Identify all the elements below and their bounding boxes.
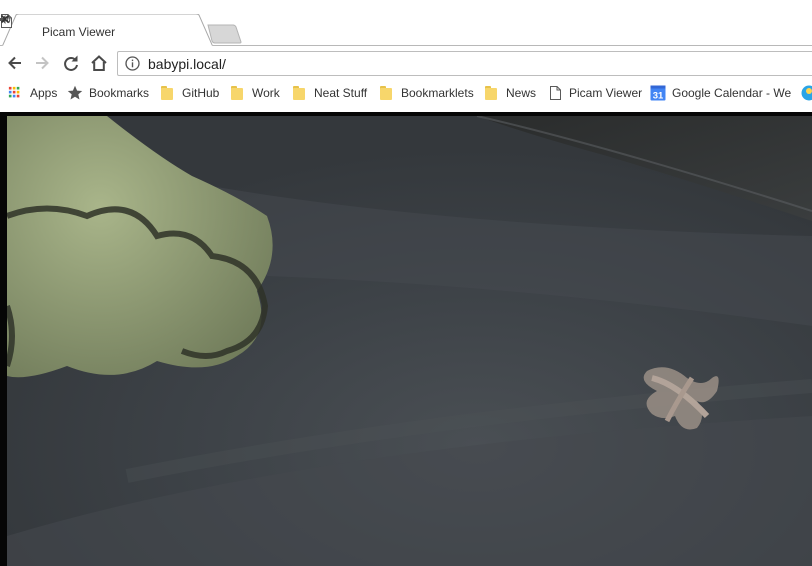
bookmark-label: Work <box>252 86 280 100</box>
home-icon[interactable] <box>90 54 108 72</box>
bookmark-apps[interactable]: Apps <box>8 80 57 106</box>
navigation-toolbar: babypi.local/ <box>0 46 812 80</box>
forward-arrow-icon[interactable] <box>33 54 51 72</box>
svg-text:31: 31 <box>653 91 664 102</box>
address-bar[interactable]: babypi.local/ <box>117 51 812 76</box>
bookmark-label: Bookmarklets <box>401 86 474 100</box>
bookmark-github[interactable]: GitHub <box>160 80 219 106</box>
back-arrow-icon[interactable] <box>6 54 24 72</box>
info-icon[interactable] <box>125 56 140 71</box>
reload-icon[interactable] <box>62 54 80 72</box>
folder-icon <box>484 85 500 101</box>
bookmark-google-calendar[interactable]: 31 Google Calendar - We <box>650 80 791 106</box>
bookmarks-bar: Apps Bookmarks GitHub Work Neat Stuff Bo… <box>0 80 812 106</box>
folder-icon <box>379 85 395 101</box>
folder-icon <box>160 85 176 101</box>
page-icon <box>550 86 561 100</box>
bookmark-bookmarklets[interactable]: Bookmarklets <box>379 80 474 106</box>
tab-picam-viewer[interactable]: Picam Viewer <box>0 14 215 47</box>
bookmark-label: GitHub <box>182 86 220 100</box>
bookmark-label: News <box>506 86 537 100</box>
folder-icon <box>292 85 308 101</box>
tab-title: Picam Viewer <box>42 25 116 39</box>
close-icon[interactable] <box>0 14 10 24</box>
new-tab-button[interactable] <box>206 24 242 44</box>
page-content <box>0 106 812 566</box>
bookmark-label: Google Calendar - We <box>672 86 792 100</box>
apps-grid-icon <box>8 86 20 98</box>
camera-stream-frame <box>0 112 812 566</box>
bookmark-bookmarks[interactable]: Bookmarks <box>67 80 149 106</box>
bookmark-work[interactable]: Work <box>230 80 280 106</box>
bookmark-label: Neat Stuff <box>314 86 368 100</box>
bookmark-label: Apps <box>30 86 58 100</box>
bookmark-neat-stuff[interactable]: Neat Stuff <box>292 80 367 106</box>
star-icon <box>67 85 83 100</box>
folder-icon <box>230 85 246 101</box>
bookmark-picam-viewer[interactable]: Picam Viewer <box>547 80 642 106</box>
extension-icon[interactable] <box>801 85 812 101</box>
calendar-icon: 31 <box>650 85 666 101</box>
tab-strip: Picam Viewer <box>0 0 812 47</box>
url-text[interactable]: babypi.local/ <box>148 56 226 72</box>
bookmark-news[interactable]: News <box>484 80 536 106</box>
bookmark-label: Bookmarks <box>89 86 150 100</box>
bookmark-label: Picam Viewer <box>569 86 643 100</box>
camera-stream-video[interactable] <box>7 116 812 566</box>
